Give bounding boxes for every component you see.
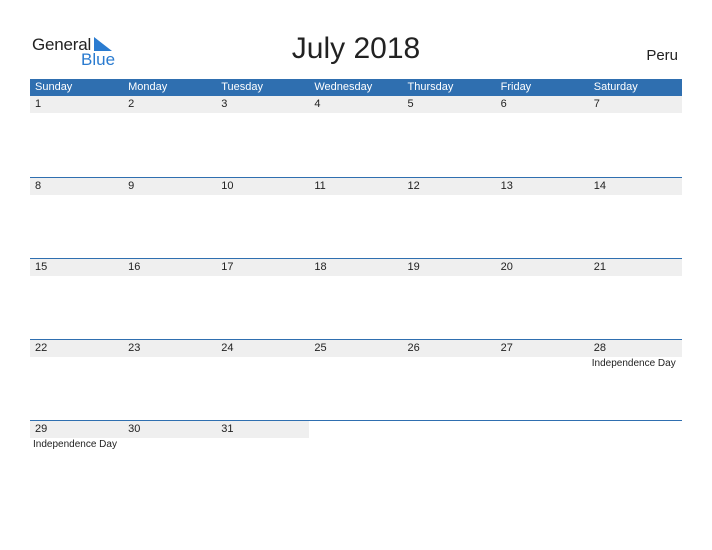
week-row: 1234567 bbox=[30, 96, 682, 177]
country-label: Peru bbox=[646, 47, 678, 64]
day-number[interactable]: 21 bbox=[589, 259, 682, 276]
day-number[interactable]: 25 bbox=[309, 340, 402, 357]
day-number[interactable]: 3 bbox=[216, 96, 309, 113]
event-slot bbox=[496, 357, 589, 371]
event-slot bbox=[309, 357, 402, 371]
event-slot bbox=[403, 357, 496, 371]
day-number[interactable]: 27 bbox=[496, 340, 589, 357]
calendar-grid: Sunday Monday Tuesday Wednesday Thursday… bbox=[30, 79, 682, 501]
weekday-saturday: Saturday bbox=[593, 81, 638, 93]
weekday-monday: Monday bbox=[128, 81, 168, 93]
weekday-sunday: Sunday bbox=[35, 81, 73, 93]
weekday-tuesday: Tuesday bbox=[221, 81, 264, 93]
day-number[interactable]: 13 bbox=[496, 178, 589, 195]
page-title: July 2018 bbox=[291, 32, 421, 65]
weekday-friday: Friday bbox=[500, 81, 532, 93]
event-slot bbox=[496, 438, 589, 452]
day-number[interactable]: 22 bbox=[30, 340, 123, 357]
day-number[interactable]: 5 bbox=[403, 96, 496, 113]
day-number[interactable]: 11 bbox=[309, 178, 402, 195]
day-number[interactable]: 29 bbox=[30, 421, 123, 438]
day-number[interactable]: 6 bbox=[496, 96, 589, 113]
day-number[interactable]: 9 bbox=[123, 178, 216, 195]
day-number[interactable]: 8 bbox=[30, 178, 123, 195]
week-row: 8 9 10 11 12 13 14 bbox=[30, 177, 682, 258]
event-slot bbox=[589, 438, 682, 452]
day-number[interactable]: 23 bbox=[123, 340, 216, 357]
date-band: 29 30 31 bbox=[30, 421, 310, 438]
day-number[interactable]: 12 bbox=[403, 178, 496, 195]
day-number[interactable]: 14 bbox=[589, 178, 682, 195]
day-number[interactable]: 15 bbox=[30, 259, 123, 276]
day-number[interactable]: 1 bbox=[30, 96, 123, 113]
day-number[interactable]: 18 bbox=[309, 259, 402, 276]
day-number[interactable]: 4 bbox=[309, 96, 402, 113]
day-number[interactable]: 31 bbox=[216, 421, 309, 438]
week-row: 22 23 24 25 26 27 28 Independence Day bbox=[30, 339, 682, 420]
event-slot bbox=[30, 357, 123, 371]
weekday-header: Sunday Monday Tuesday Wednesday Thursday… bbox=[30, 79, 682, 96]
day-number[interactable]: 30 bbox=[123, 421, 216, 438]
date-band: 15 16 17 18 19 20 21 bbox=[30, 259, 682, 276]
event-slot bbox=[123, 438, 216, 452]
date-band: 1234567 bbox=[30, 96, 682, 113]
day-number[interactable]: 28 bbox=[589, 340, 682, 357]
event-slot bbox=[123, 357, 216, 371]
day-number[interactable]: 19 bbox=[403, 259, 496, 276]
weekday-thursday: Thursday bbox=[407, 81, 454, 93]
date-band: 8 9 10 11 12 13 14 bbox=[30, 178, 682, 195]
day-number[interactable]: 26 bbox=[403, 340, 496, 357]
holiday-label: Independence Day bbox=[33, 439, 117, 450]
day-number[interactable]: 16 bbox=[123, 259, 216, 276]
day-number[interactable]: 10 bbox=[216, 178, 309, 195]
event-slot bbox=[403, 438, 496, 452]
weekday-wednesday: Wednesday bbox=[314, 81, 373, 93]
event-slot bbox=[216, 357, 309, 371]
date-band: 22 23 24 25 26 27 28 bbox=[30, 340, 682, 357]
day-number[interactable]: 20 bbox=[496, 259, 589, 276]
day-number[interactable]: 17 bbox=[216, 259, 309, 276]
event-slot bbox=[309, 438, 402, 452]
event-slot bbox=[216, 438, 309, 452]
week-row: 29 30 31 Independence Day bbox=[30, 420, 682, 501]
day-number[interactable]: 24 bbox=[216, 340, 309, 357]
holiday-label: Independence Day bbox=[591, 358, 676, 369]
day-number[interactable]: 7 bbox=[589, 96, 682, 113]
week-row: 15 16 17 18 19 20 21 bbox=[30, 258, 682, 339]
day-number[interactable]: 2 bbox=[123, 96, 216, 113]
